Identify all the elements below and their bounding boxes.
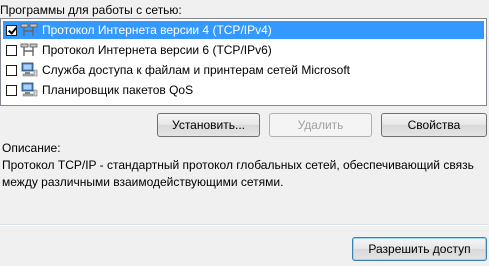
list-item-label: Служба доступа к файлам и принтерам сете… xyxy=(42,63,351,77)
list-item-label: Протокол Интернета версии 4 (TCP/IPv4) xyxy=(42,23,272,37)
checkbox-file-printer-sharing[interactable] xyxy=(6,64,17,76)
list-item-label: Планировщик пакетов QoS xyxy=(42,83,194,97)
network-service-icon xyxy=(21,62,38,77)
description-text: Протокол TCP/IP - стандартный протокол г… xyxy=(2,158,474,189)
remove-button[interactable]: Удалить xyxy=(269,113,372,137)
checkmark-icon xyxy=(8,24,17,35)
checkbox-qos-scheduler[interactable] xyxy=(6,84,17,96)
network-service-icon xyxy=(21,82,38,97)
list-item-qos-scheduler[interactable]: Планировщик пакетов QoS xyxy=(3,81,484,99)
description-label: Описание: xyxy=(2,141,61,155)
checkbox-tcpipv4[interactable] xyxy=(6,24,17,36)
list-item-tcpipv6[interactable]: Протокол Интернета версии 6 (TCP/IPv6) xyxy=(3,41,484,59)
network-protocol-icon xyxy=(20,43,38,56)
install-button[interactable]: Установить... xyxy=(157,113,260,137)
allow-access-button[interactable]: Разрешить доступ xyxy=(352,237,487,261)
list-item-label: Протокол Интернета версии 6 (TCP/IPv6) xyxy=(42,43,272,57)
checkbox-tcpipv6[interactable] xyxy=(6,44,17,56)
components-list[interactable]: Протокол Интернета версии 4 (TCP/IPv4) П… xyxy=(0,18,487,106)
network-protocol-icon xyxy=(20,23,38,36)
list-item-tcpipv4[interactable]: Протокол Интернета версии 4 (TCP/IPv4) xyxy=(3,21,484,39)
description-group: Описание: Протокол TCP/IP - стандартный … xyxy=(2,140,487,191)
components-label: Программы для работы с сетью: xyxy=(0,3,182,17)
properties-button[interactable]: Свойства xyxy=(381,113,487,137)
separator xyxy=(0,224,489,226)
list-item-file-printer-sharing[interactable]: Служба доступа к файлам и принтерам сете… xyxy=(3,61,484,79)
